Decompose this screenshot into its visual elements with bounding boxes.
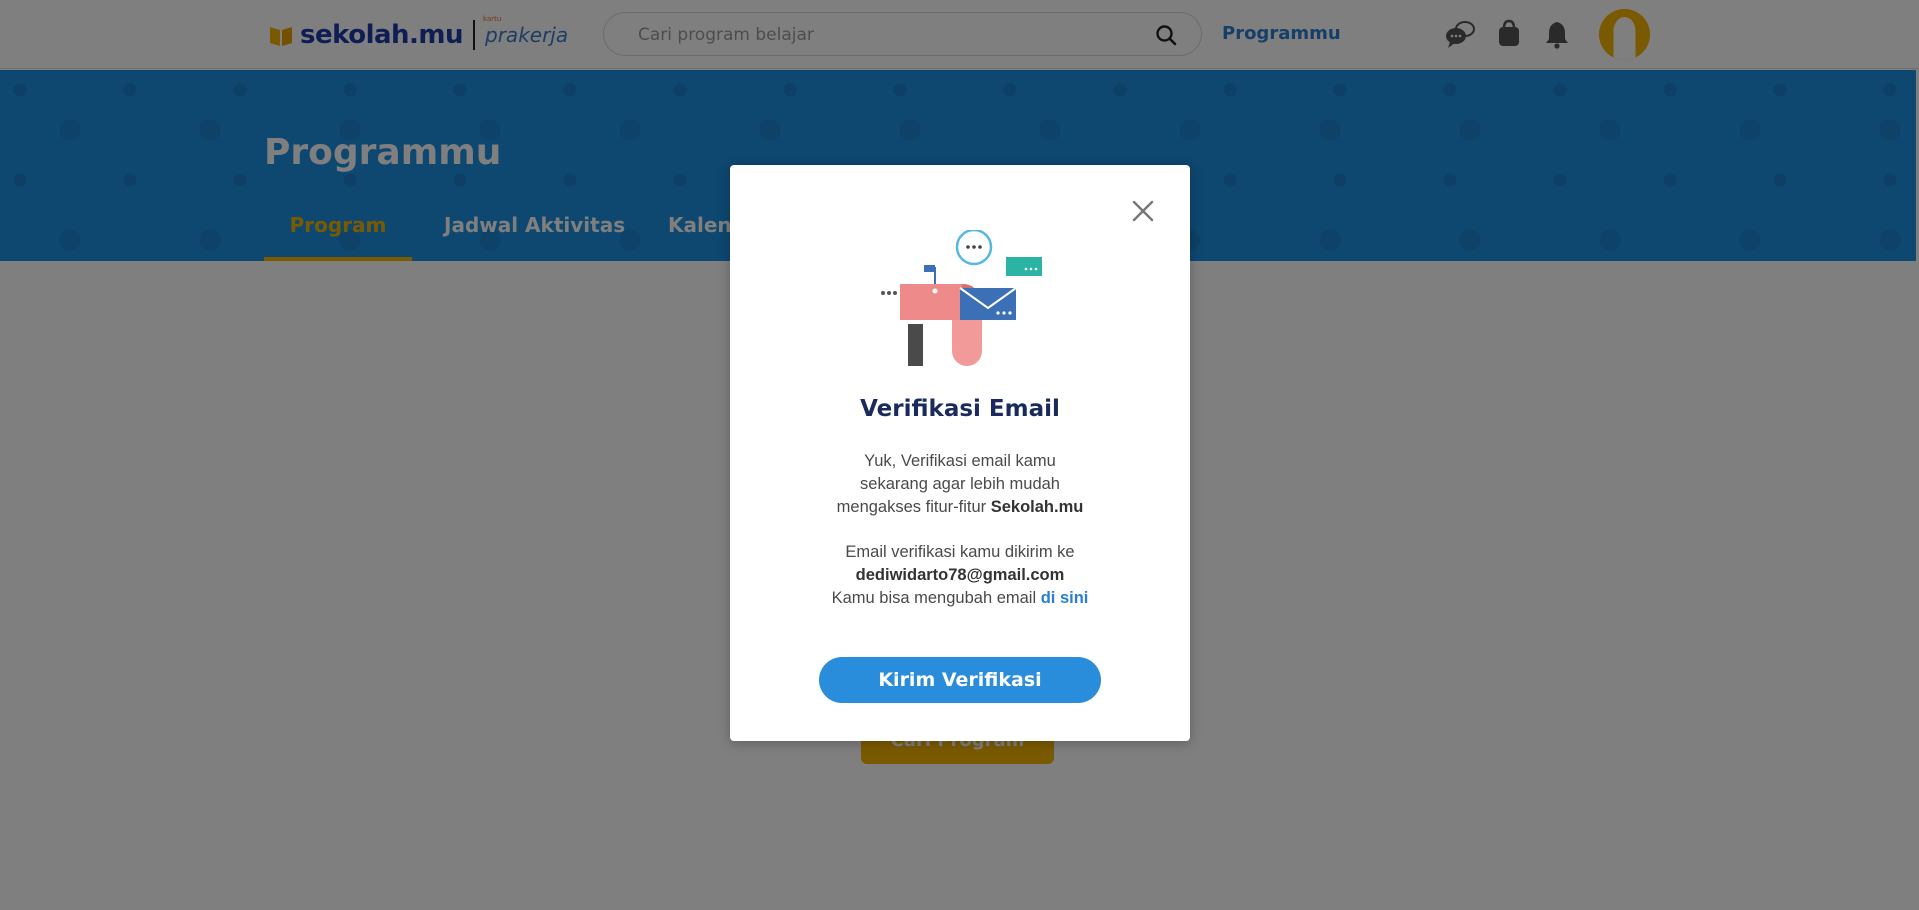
modal-text-line6: Kamu bisa mengubah email di sini xyxy=(810,587,1110,610)
modal-text-line6-prefix: Kamu bisa mengubah email xyxy=(831,589,1041,607)
modal-text-line2: sekarang agar lebih mudah xyxy=(860,475,1060,493)
kirim-verifikasi-button[interactable]: Kirim Verifikasi xyxy=(819,657,1101,703)
modal-text-line4: Email verifikasi kamu dikirim ke xyxy=(845,543,1075,561)
mailbox-illustration xyxy=(881,230,1042,366)
close-icon[interactable] xyxy=(1129,197,1157,225)
user-email-text: dediwidarto78@gmail.com xyxy=(855,566,1065,584)
brand-name-text: Sekolah.mu xyxy=(990,498,1084,516)
email-verification-modal: Verifikasi Email Yuk, Verifikasi email k… xyxy=(730,165,1190,741)
change-email-link[interactable]: di sini xyxy=(1041,589,1089,607)
user-email: dediwidarto78@gmail.com xyxy=(810,564,1110,587)
modal-text-line3: mengakses fitur-fitur Sekolah.mu xyxy=(810,496,1110,519)
modal-title: Verifikasi Email xyxy=(860,396,1060,422)
modal-text-line1: Yuk, Verifikasi email kamu xyxy=(864,452,1056,470)
modal-body: Yuk, Verifikasi email kamu sekarang agar… xyxy=(810,450,1110,610)
modal-text-line3-prefix: mengakses fitur-fitur xyxy=(836,498,991,516)
